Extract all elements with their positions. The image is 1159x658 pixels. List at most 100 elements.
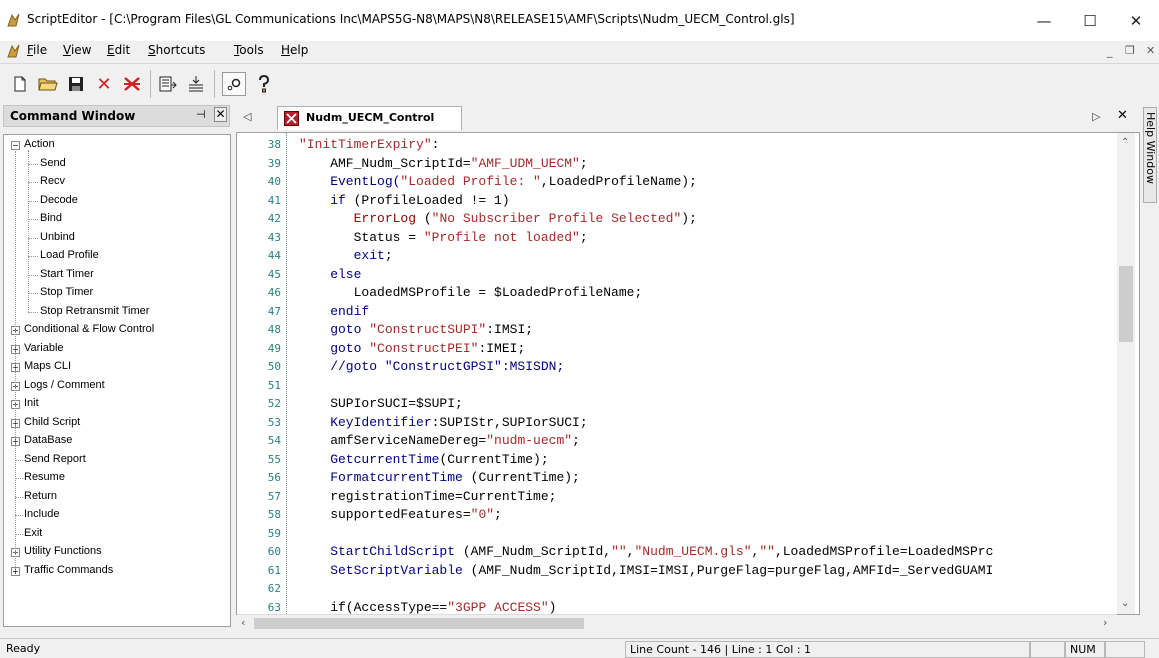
scroll-right-icon[interactable]: › (1103, 616, 1107, 629)
line-number: 59 (267, 526, 281, 540)
tree-item[interactable]: Bind (40, 212, 62, 224)
save-icon[interactable] (64, 72, 88, 96)
tree-item[interactable]: Exit (24, 527, 42, 539)
close-pane-icon[interactable]: ✕ (214, 107, 227, 122)
tree-item[interactable]: Start Timer (40, 268, 94, 280)
menu-shortcuts[interactable]: Shortcuts (148, 43, 205, 57)
line-number: 56 (267, 471, 281, 484)
code-line[interactable]: if(AccessType=="3GPP ACCESS") (299, 600, 556, 615)
import-icon[interactable] (156, 72, 180, 96)
code-line[interactable]: GetcurrentTime(CurrentTime); (299, 452, 548, 467)
code-line[interactable]: goto "ConstructSUPI":IMSI; (299, 322, 533, 337)
horizontal-scrollbar[interactable]: ‹ › (237, 614, 1117, 631)
menu-view[interactable]: View (63, 43, 91, 57)
help-window-tab[interactable]: Help Window (1143, 107, 1157, 203)
tools-icon[interactable] (222, 72, 246, 96)
menu-tools[interactable]: Tools (234, 43, 264, 57)
code-editor[interactable]: 38 39 40 41 42 43 44 45 46 47 48 49 50 51 52 53 54 55 56 57… (236, 132, 1140, 615)
tree-item[interactable]: Unbind (40, 231, 75, 243)
tab-nudm-uecm-control[interactable]: Nudm_UECM_Control (277, 106, 462, 130)
code-token: "" (611, 544, 627, 559)
tree-item[interactable]: Maps CLI (24, 360, 71, 372)
code-line[interactable]: ErrorLog ("No Subscriber Profile Selecte… (299, 211, 697, 226)
code-line[interactable]: LoadedMSProfile = $LoadedProfileName; (299, 285, 643, 300)
tree-item[interactable]: DataBase (24, 434, 72, 446)
tree-item[interactable]: Variable (24, 342, 64, 354)
tab-scroll-left-icon[interactable]: ◁ (243, 110, 251, 123)
delete-all-icon[interactable] (120, 72, 144, 96)
code-line[interactable]: goto "ConstructPEI":IMEI; (299, 341, 525, 356)
code-line[interactable]: StartChildScript (AMF_Nudm_ScriptId,"","… (299, 544, 993, 559)
help-window-strip[interactable]: Help Window (1141, 101, 1159, 638)
menu-edit[interactable]: Edit (107, 43, 130, 57)
line-number: 58 (267, 508, 281, 521)
code-line[interactable]: "InitTimerExpiry": (299, 137, 439, 152)
help-icon[interactable] (252, 72, 276, 96)
mdi-close-icon[interactable]: ✕ (1146, 44, 1155, 57)
export-icon[interactable] (184, 72, 208, 96)
line-number: 48 (267, 323, 281, 336)
minimize-button[interactable]: — (1021, 0, 1067, 41)
tree-item[interactable]: Init (24, 397, 39, 409)
code-line[interactable]: SUPIorSUCI=$SUPI; (299, 396, 463, 411)
code-line[interactable]: endif (299, 304, 369, 319)
tab-label: Nudm_UECM_Control (306, 111, 435, 124)
code-line[interactable]: Status = "Profile not loaded"; (299, 230, 588, 245)
code-line[interactable]: registrationTime=CurrentTime; (299, 489, 556, 504)
collapse-icon[interactable]: − (11, 141, 20, 150)
maximize-button[interactable]: ☐ (1067, 0, 1113, 41)
tree-item[interactable]: Send (40, 157, 66, 169)
code-token: "No Subscriber Profile Selected" (431, 211, 682, 226)
tree-item[interactable]: Include (24, 508, 59, 520)
vertical-scroll-thumb[interactable] (1119, 266, 1133, 342)
code-line[interactable]: exit; (299, 248, 393, 263)
menu-file[interactable]: File (27, 43, 47, 57)
tree-item[interactable]: Action (24, 138, 55, 150)
line-number: 62 (267, 582, 281, 595)
tree-item[interactable]: Recv (40, 175, 65, 187)
tree-item[interactable]: Conditional & Flow Control (24, 323, 154, 335)
mdi-minimize-icon[interactable]: _ (1107, 45, 1113, 58)
scroll-down-icon[interactable]: ⌄ (1121, 598, 1129, 609)
delete-icon[interactable]: ✕ (92, 72, 116, 96)
code-line[interactable]: if (ProfileLoaded != 1) (299, 193, 509, 208)
pin-icon[interactable]: ⊣ (196, 108, 206, 121)
tree-connector (15, 496, 23, 498)
tree-item[interactable]: Return (24, 490, 57, 502)
code-line[interactable]: FormatcurrentTime (CurrentTime); (299, 470, 580, 485)
close-button[interactable]: ✕ (1113, 0, 1159, 41)
close-tab-icon[interactable]: ✕ (1117, 108, 1128, 123)
mdi-restore-icon[interactable]: ❐ (1125, 44, 1135, 57)
code-line[interactable]: AMF_Nudm_ScriptId="AMF_UDM_UECM"; (299, 156, 587, 171)
open-folder-icon[interactable] (36, 72, 60, 96)
code-line[interactable]: supportedFeatures="0"; (299, 507, 502, 522)
tree-item[interactable]: Stop Retransmit Timer (40, 305, 149, 317)
tree-item[interactable]: Send Report (24, 453, 86, 465)
tree-item[interactable]: Utility Functions (24, 545, 102, 557)
tree-item[interactable]: Traffic Commands (24, 564, 113, 576)
horizontal-scroll-thumb[interactable] (254, 618, 584, 629)
code-line[interactable]: //goto "ConstructGPSI":MSISDN; (299, 359, 564, 374)
tree-item[interactable]: Resume (24, 471, 65, 483)
code-line[interactable]: else (299, 267, 361, 282)
tree-item[interactable]: Load Profile (40, 249, 99, 261)
line-number: 52 (267, 397, 281, 410)
tree-item[interactable]: Logs / Comment (24, 379, 105, 391)
tree-item[interactable]: Child Script (24, 416, 80, 428)
tree-item[interactable]: Decode (40, 194, 78, 206)
code-token: (CurrentTime); (470, 470, 580, 485)
scroll-up-icon[interactable]: ⌃ (1121, 137, 1129, 148)
menu-help[interactable]: Help (281, 43, 308, 57)
tab-scroll-right-icon[interactable]: ▷ (1092, 110, 1100, 123)
vertical-scrollbar[interactable]: ⌃ ⌄ (1117, 133, 1135, 614)
code-line[interactable]: EventLog("Loaded Profile: ",LoadedProfil… (299, 174, 697, 189)
code-token: amfServiceNameDereg= (299, 433, 487, 448)
tree-item[interactable]: Stop Timer (40, 286, 93, 298)
code-line[interactable]: KeyIdentifier:SUPIStr,SUPIorSUCI; (299, 415, 587, 430)
code-token: SUPIorSUCI=$SUPI; (299, 396, 463, 411)
new-file-icon[interactable] (8, 72, 32, 96)
code-token: "Nudm_UECM.gls" (634, 544, 752, 559)
code-line[interactable]: amfServiceNameDereg="nudm-uecm"; (299, 433, 580, 448)
code-line[interactable]: SetScriptVariable (AMF_Nudm_ScriptId,IMS… (299, 563, 993, 578)
scroll-left-icon[interactable]: ‹ (241, 616, 245, 629)
